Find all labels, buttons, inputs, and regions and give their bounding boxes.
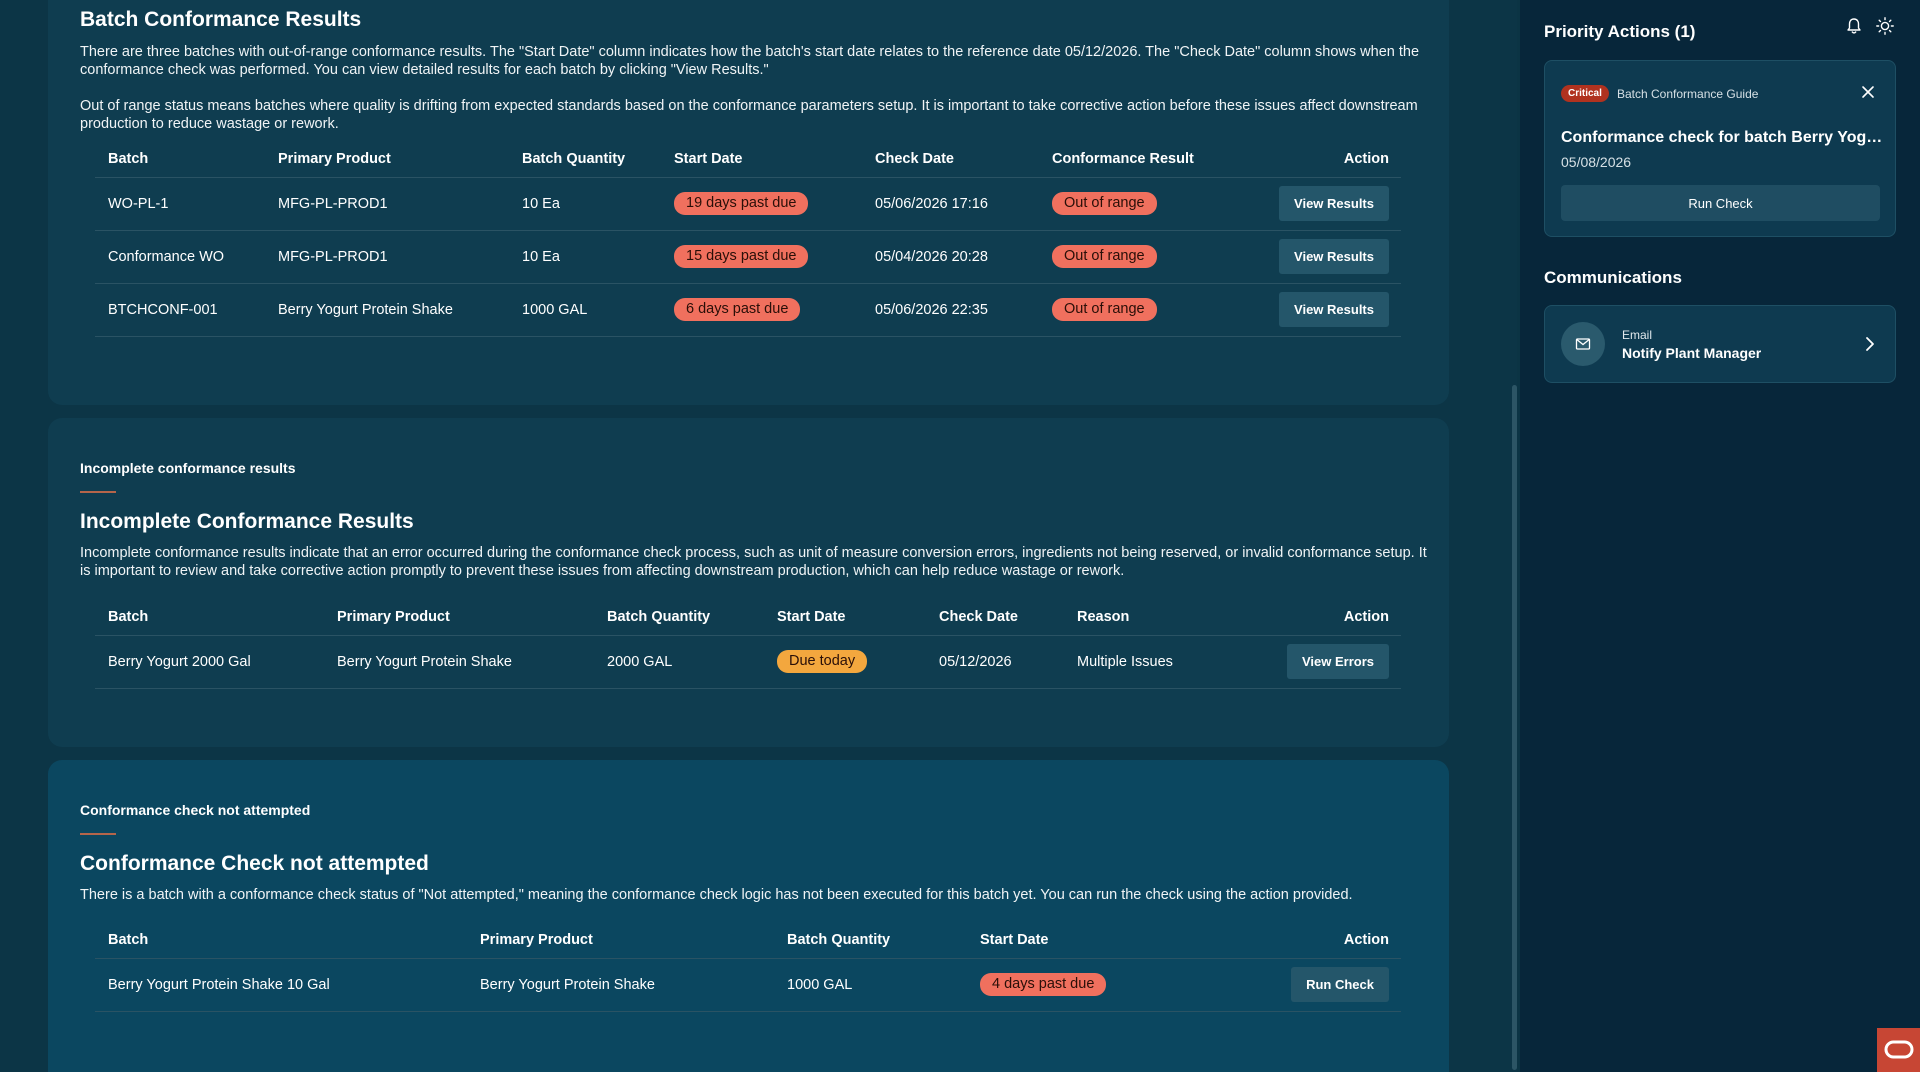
cell-product: MFG-PL-PROD1	[265, 229, 509, 283]
not-attempted-table: Batch Primary Product Batch Quantity Sta…	[95, 922, 1401, 1012]
priority-action-card: Critical Batch Conformance Guide Conform…	[1544, 60, 1896, 237]
col-reason: Reason	[1077, 608, 1130, 625]
section-divider	[80, 491, 116, 493]
cell-qty: 10 Ea	[509, 229, 661, 283]
result-badge: Out of range	[1052, 298, 1157, 321]
email-avatar	[1561, 322, 1605, 366]
sun-icon[interactable]	[1875, 16, 1895, 36]
start-date-badge: 15 days past due	[674, 245, 809, 268]
col-batch: Batch	[108, 150, 149, 167]
col-check-date: Check Date	[939, 608, 1018, 625]
oracle-logo-icon	[1884, 1040, 1914, 1059]
out-of-range-description: There are three batches with out-of-rang…	[80, 44, 1420, 78]
not-attempted-description: There is a batch with a conformance chec…	[80, 887, 1353, 903]
not-attempted-title: Conformance Check not attempted	[80, 852, 429, 875]
cell-product: Berry Yogurt Protein Shake	[324, 634, 594, 689]
col-primary-product: Primary Product	[337, 608, 450, 625]
view-errors-button[interactable]: View Errors	[1286, 644, 1389, 679]
cell-batch: Conformance WO	[95, 229, 265, 283]
cell-qty: 2000 GAL	[594, 634, 764, 689]
priority-action-date: 05/08/2026	[1561, 154, 1632, 170]
oracle-logo-button[interactable]	[1877, 1028, 1920, 1072]
cell-check-date: 05/06/2026 17:16	[862, 176, 1039, 230]
cell-batch: WO-PL-1	[95, 176, 265, 230]
incomplete-description: Incomplete conformance results indicate …	[80, 545, 1427, 579]
cell-check-date: 05/12/2026	[926, 634, 1064, 689]
out-of-range-card: Batch Conformance Results There are thre…	[48, 0, 1449, 405]
cell-qty: 10 Ea	[509, 176, 661, 230]
run-check-button[interactable]: Run Check	[1561, 185, 1880, 221]
bell-icon[interactable]	[1844, 16, 1864, 36]
table-row: WO-PL-1 MFG-PL-PROD1 10 Ea 19 days past …	[95, 176, 1401, 230]
cell-product: Berry Yogurt Protein Shake	[467, 957, 774, 1012]
col-start-date: Start Date	[777, 608, 846, 625]
start-date-badge: 19 days past due	[674, 192, 809, 215]
incomplete-card: Incomplete conformance results Incomplet…	[48, 418, 1449, 747]
communications-title: Communications	[1544, 268, 1682, 287]
cell-batch: BTCHCONF-001	[95, 282, 265, 337]
table-row: Berry Yogurt 2000 Gal Berry Yogurt Prote…	[95, 634, 1401, 689]
run-check-button[interactable]: Run Check	[1291, 967, 1389, 1002]
col-check-date: Check Date	[875, 150, 954, 167]
scrollbar[interactable]	[1512, 385, 1517, 1070]
cell-qty: 1000 GAL	[509, 282, 661, 337]
cell-batch: Berry Yogurt Protein Shake 10 Gal	[95, 957, 467, 1012]
col-action: Action	[1343, 608, 1389, 625]
col-batch: Batch	[108, 608, 149, 625]
priority-sidebar: Priority Actions (1) Critical Batch Conf…	[1520, 0, 1920, 1072]
col-start-date: Start Date	[674, 150, 743, 167]
guide-name: Batch Conformance Guide	[1617, 87, 1759, 101]
start-date-badge: 6 days past due	[674, 298, 801, 321]
col-primary-product: Primary Product	[480, 931, 593, 948]
result-badge: Out of range	[1052, 192, 1157, 215]
cell-qty: 1000 GAL	[774, 957, 967, 1012]
col-action: Action	[1343, 931, 1389, 948]
cell-product: Berry Yogurt Protein Shake	[265, 282, 509, 337]
mail-icon	[1575, 338, 1591, 350]
main-content: Batch Conformance Results There are thre…	[0, 0, 1517, 1072]
col-primary-product: Primary Product	[278, 150, 391, 167]
incomplete-table: Batch Primary Product Batch Quantity Sta…	[95, 599, 1401, 689]
out-of-range-note: Out of range status means batches where …	[80, 98, 1418, 132]
communication-type: Email	[1622, 328, 1653, 342]
not-attempted-card: Conformance check not attempted Conforma…	[48, 760, 1449, 1072]
col-batch-quantity: Batch Quantity	[787, 931, 891, 948]
view-results-button[interactable]: View Results	[1279, 239, 1389, 274]
start-date-badge: Due today	[777, 650, 868, 673]
col-action: Action	[1343, 150, 1389, 167]
table-header: Batch Primary Product Batch Quantity Sta…	[95, 922, 1401, 958]
priority-action-title: Conformance check for batch Berry Yogurt…	[1561, 129, 1886, 146]
not-attempted-section-label: Conformance check not attempted	[80, 802, 311, 818]
table-row: BTCHCONF-001 Berry Yogurt Protein Shake …	[95, 282, 1401, 337]
close-icon[interactable]	[1859, 83, 1877, 101]
view-results-button[interactable]: View Results	[1279, 292, 1389, 327]
cell-check-date: 05/04/2026 20:28	[862, 229, 1039, 283]
col-start-date: Start Date	[980, 931, 1049, 948]
critical-badge: Critical	[1561, 85, 1609, 102]
col-batch: Batch	[108, 931, 149, 948]
col-batch-quantity: Batch Quantity	[607, 608, 711, 625]
start-date-badge: 4 days past due	[980, 973, 1107, 996]
cell-batch: Berry Yogurt 2000 Gal	[95, 634, 324, 689]
out-of-range-table: Batch Primary Product Batch Quantity Sta…	[95, 141, 1401, 337]
cell-check-date: 05/06/2026 22:35	[862, 282, 1039, 337]
section-divider	[80, 833, 116, 835]
incomplete-title: Incomplete Conformance Results	[80, 510, 414, 533]
priority-actions-title: Priority Actions (1)	[1544, 22, 1696, 41]
cell-product: MFG-PL-PROD1	[265, 176, 509, 230]
view-results-button[interactable]: View Results	[1279, 186, 1389, 221]
table-row: Conformance WO MFG-PL-PROD1 10 Ea 15 day…	[95, 229, 1401, 283]
col-batch-quantity: Batch Quantity	[522, 150, 626, 167]
incomplete-section-label: Incomplete conformance results	[80, 460, 296, 476]
table-header: Batch Primary Product Batch Quantity Sta…	[95, 599, 1401, 635]
cell-reason: Multiple Issues	[1064, 634, 1244, 689]
table-row: Berry Yogurt Protein Shake 10 Gal Berry …	[95, 957, 1401, 1012]
chevron-right-icon	[1866, 337, 1874, 351]
communication-action: Notify Plant Manager	[1622, 345, 1762, 361]
notify-plant-manager-card[interactable]: Email Notify Plant Manager	[1544, 305, 1896, 383]
result-badge: Out of range	[1052, 245, 1157, 268]
col-conformance-result: Conformance Result	[1052, 150, 1194, 167]
out-of-range-title: Batch Conformance Results	[80, 8, 362, 31]
table-header: Batch Primary Product Batch Quantity Sta…	[95, 141, 1401, 177]
